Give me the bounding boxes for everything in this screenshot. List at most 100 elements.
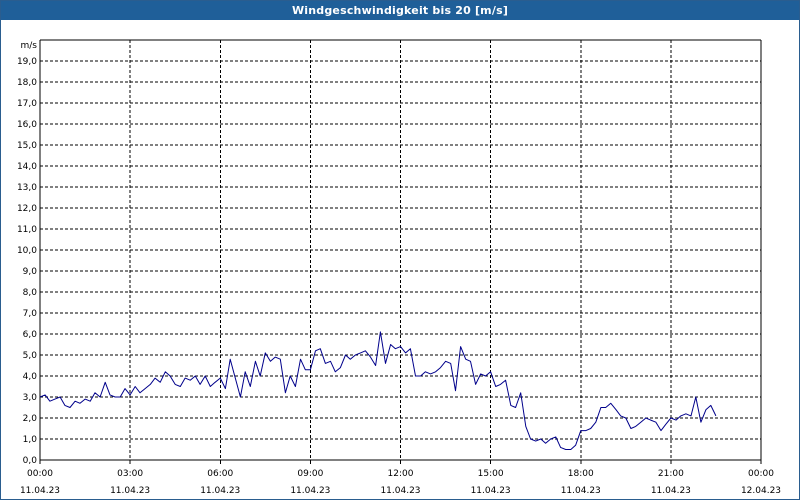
data-point — [465, 359, 466, 360]
data-point — [100, 396, 101, 397]
data-point — [410, 348, 411, 349]
x-tick-time: 00:00 — [27, 469, 53, 479]
data-point — [135, 386, 136, 387]
data-point — [190, 380, 191, 381]
data-point — [530, 438, 531, 439]
data-point — [69, 407, 70, 408]
data-point — [580, 430, 581, 431]
data-point — [109, 394, 110, 395]
x-tick-time: 15:00 — [478, 469, 504, 479]
data-point — [45, 394, 46, 395]
data-point — [470, 361, 471, 362]
data-point — [525, 426, 526, 427]
data-point — [720, 20, 721, 21]
data-point — [640, 422, 641, 423]
data-point — [400, 346, 401, 347]
data-point — [655, 422, 656, 423]
x-tick-time: 18:00 — [568, 469, 594, 479]
y-tick-label: 15,0 — [17, 141, 37, 151]
chart-title-bar: Windgeschwindigkeit bis 20 [m/s] — [1, 1, 799, 20]
data-point — [695, 396, 696, 397]
data-point — [270, 361, 271, 362]
data-point — [185, 378, 186, 379]
data-point — [205, 375, 206, 376]
data-point — [390, 344, 391, 345]
data-point — [345, 354, 346, 355]
data-point — [210, 386, 211, 387]
data-point — [590, 428, 591, 429]
data-point — [665, 424, 666, 425]
data-point — [610, 403, 611, 404]
data-point — [215, 382, 216, 383]
data-point — [235, 378, 236, 379]
data-point — [685, 413, 686, 414]
data-point — [675, 420, 676, 421]
data-point — [550, 438, 551, 439]
data-point — [615, 409, 616, 410]
y-axis-ticks: 0,0 1,0 2,0 3,0 4,0 5,0 6,0 7,0 8,0 9,0 10,0 11,0 12… — [17, 41, 37, 466]
grid-lines — [40, 40, 761, 460]
data-point — [650, 420, 651, 421]
data-point — [105, 382, 106, 383]
data-point — [165, 371, 166, 372]
data-point — [625, 417, 626, 418]
data-point — [755, 20, 756, 21]
data-point — [160, 382, 161, 383]
data-point — [300, 359, 301, 360]
data-point — [240, 396, 241, 397]
data-point — [195, 375, 196, 376]
x-tick-date: 11.04.23 — [110, 486, 150, 496]
data-point — [250, 386, 251, 387]
data-point — [635, 426, 636, 427]
data-point — [740, 20, 741, 21]
data-point — [170, 375, 171, 376]
data-point — [565, 449, 566, 450]
data-point — [260, 375, 261, 376]
data-point — [700, 422, 701, 423]
y-tick-label: 19,0 — [17, 57, 37, 67]
x-tick-date: 11.04.23 — [561, 486, 601, 496]
chart-plot: 0,0 1,0 2,0 3,0 4,0 5,0 6,0 7,0 8,0 9,0 10,0 11,0 12… — [17, 20, 781, 496]
data-point — [440, 367, 441, 368]
data-point — [645, 417, 646, 418]
data-point — [49, 401, 50, 402]
data-point — [500, 384, 501, 385]
y-tick-label: 17,0 — [17, 99, 37, 109]
data-point — [120, 396, 121, 397]
data-point — [340, 367, 341, 368]
chart-window: Windgeschwindigkeit bis 20 [m/s] 0,0 1,0 2… — [0, 0, 800, 500]
data-point — [585, 430, 586, 431]
y-tick-label: 18,0 — [17, 78, 37, 88]
data-point — [295, 386, 296, 387]
data-point — [495, 386, 496, 387]
y-tick-label: 14,0 — [17, 162, 37, 172]
data-point — [155, 378, 156, 379]
x-tick-time: 21:00 — [658, 469, 684, 479]
data-point — [290, 375, 291, 376]
data-point — [124, 388, 125, 389]
data-point — [535, 441, 536, 442]
data-point — [75, 401, 76, 402]
data-point — [660, 430, 661, 431]
data-point — [335, 371, 336, 372]
data-point — [420, 375, 421, 376]
y-tick-label: 13,0 — [17, 183, 37, 193]
data-point — [285, 392, 286, 393]
y-tick-label: 7,0 — [23, 309, 38, 319]
data-point — [725, 20, 726, 21]
data-point — [385, 363, 386, 364]
data-point — [330, 361, 331, 362]
data-point — [751, 20, 752, 21]
data-point — [480, 373, 481, 374]
data-point — [460, 346, 461, 347]
y-tick-label: 3,0 — [23, 393, 38, 403]
data-point — [225, 388, 226, 389]
data-point — [220, 378, 221, 379]
data-point — [505, 380, 506, 381]
data-point — [370, 357, 371, 358]
y-tick-label: 8,0 — [23, 288, 38, 298]
data-point — [520, 392, 521, 393]
data-point — [736, 20, 737, 21]
y-tick-label: 6,0 — [23, 330, 38, 340]
data-point — [745, 20, 746, 21]
